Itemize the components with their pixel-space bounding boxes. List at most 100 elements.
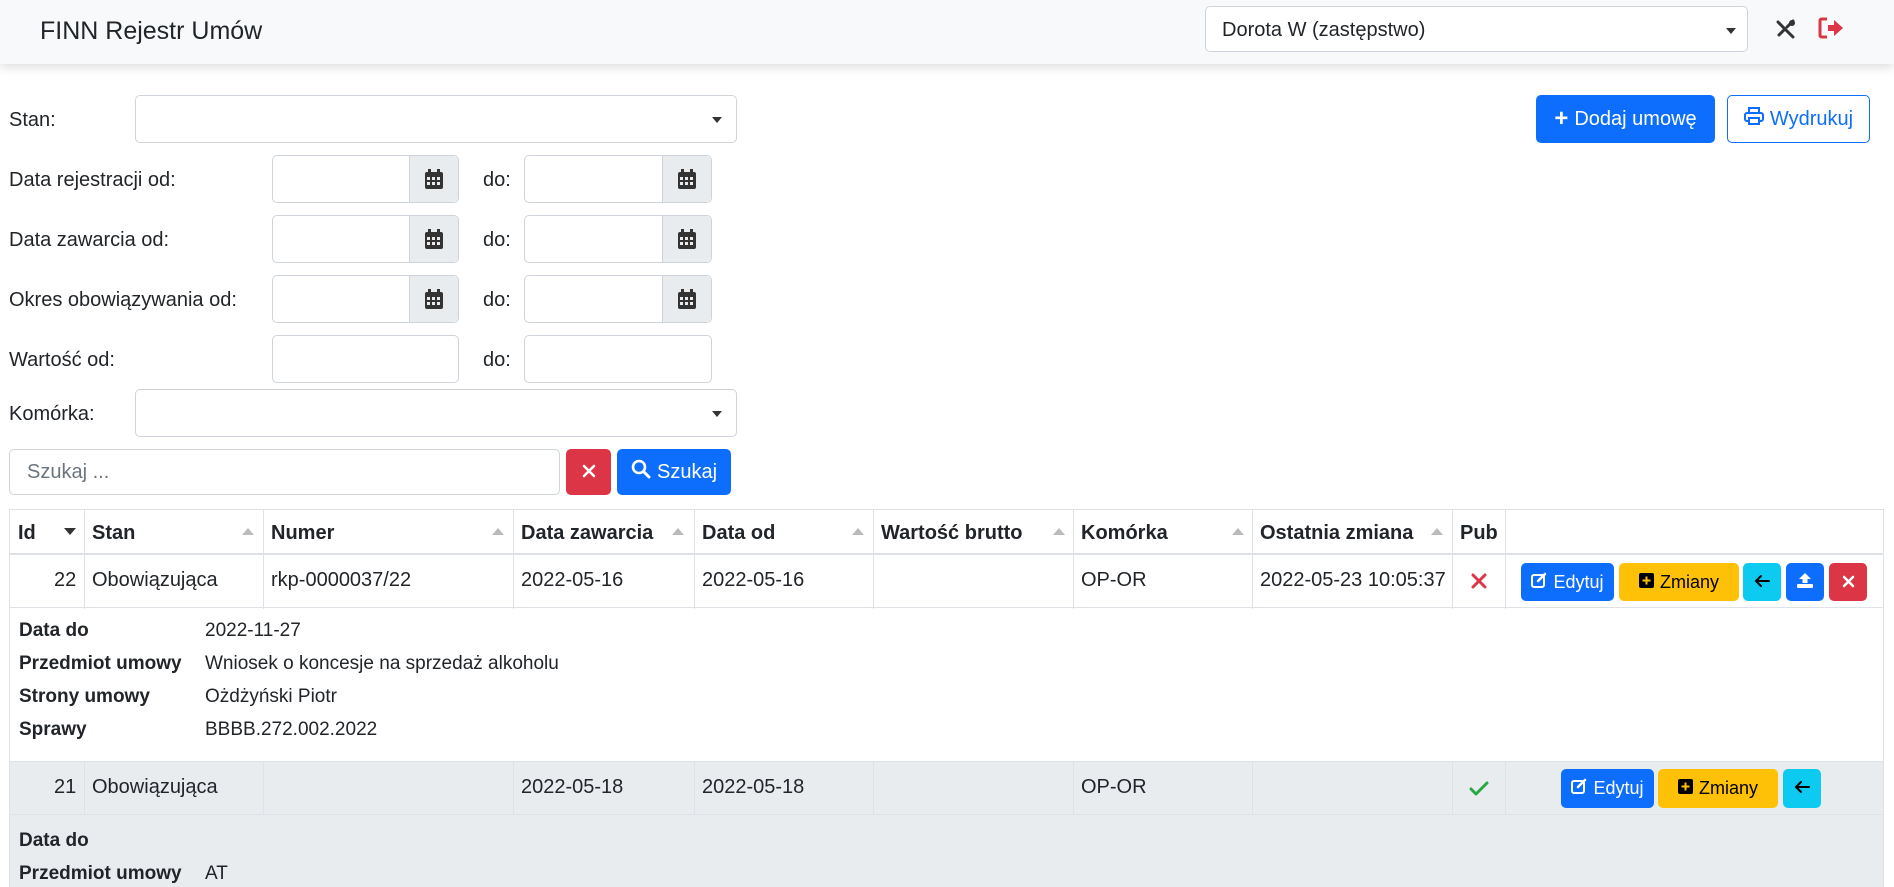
- column-divider: [1252, 510, 1253, 609]
- column-divider: [513, 762, 514, 815]
- calendar-button[interactable]: [662, 276, 711, 322]
- delete-button[interactable]: [1829, 563, 1867, 601]
- wartosc-od-input[interactable]: [272, 335, 459, 383]
- clear-search-button[interactable]: [566, 449, 611, 495]
- column-divider: [694, 762, 695, 815]
- changes-button-label: Zmiany: [1698, 778, 1758, 798]
- cell-id: 22: [54, 569, 77, 591]
- column-header-pub[interactable]: Pub: [1460, 522, 1498, 545]
- table-row[interactable]: 21 Obowiązująca 2022-05-18 2022-05-18 OP…: [10, 762, 1883, 815]
- search-input[interactable]: [25, 450, 549, 494]
- arrow-left-icon: [1754, 572, 1770, 593]
- column-divider: [873, 510, 874, 609]
- cell-komorka: OP-OR: [1081, 569, 1147, 591]
- okres-label: Okres obowiązywania od:: [9, 289, 237, 311]
- cell-data-od: 2022-05-16: [702, 569, 805, 591]
- column-header-numer[interactable]: Numer: [271, 522, 334, 545]
- cell-data-zawarcia: 2022-05-16: [521, 569, 624, 591]
- komorka-select[interactable]: [135, 389, 737, 437]
- plus-square-icon: [1638, 572, 1654, 593]
- calendar-button[interactable]: [409, 216, 458, 262]
- column-divider: [1452, 762, 1453, 815]
- print-label: Wydrukuj: [1769, 107, 1854, 130]
- user-select-value: Dorota W (zastępstwo): [1222, 19, 1426, 41]
- print-button[interactable]: Wydrukuj: [1727, 95, 1870, 143]
- add-contract-label: Dodaj umowę: [1574, 107, 1697, 130]
- table-row[interactable]: 22 Obowiązująca rkp-0000037/22 2022-05-1…: [10, 555, 1883, 608]
- column-divider: [873, 762, 874, 815]
- sort-icon: [672, 528, 684, 535]
- search-field[interactable]: [9, 449, 560, 495]
- top-navbar: FINN Rejestr Umów Dorota W (zastępstwo): [0, 0, 1894, 64]
- column-header-wartosc-brutto[interactable]: Wartość brutto: [881, 522, 1022, 545]
- wartosc-label: Wartość od:: [9, 349, 115, 371]
- user-select[interactable]: Dorota W (zastępstwo): [1205, 6, 1748, 52]
- detail-value: BBBB.272.002.2022: [205, 719, 378, 740]
- cell-stan: Obowiązująca: [92, 776, 218, 798]
- okres-do-field[interactable]: [524, 275, 712, 323]
- upload-icon: [1796, 571, 1814, 594]
- tools-icon[interactable]: [1775, 18, 1797, 46]
- komorka-label: Komórka:: [9, 403, 95, 425]
- arrow-left-button[interactable]: [1783, 769, 1821, 808]
- sort-icon: [242, 528, 254, 535]
- calendar-icon: [678, 289, 696, 309]
- column-header-komorka[interactable]: Komórka: [1081, 522, 1168, 545]
- okres-od-field[interactable]: [272, 275, 459, 323]
- plus-icon: +: [1554, 105, 1569, 132]
- detail-key: Data do: [19, 620, 89, 641]
- column-divider: [1505, 510, 1506, 609]
- close-icon: [1842, 572, 1855, 593]
- search-button-label: Szukaj: [656, 460, 718, 483]
- search-button[interactable]: Szukaj: [617, 449, 731, 495]
- sort-icon: [1431, 528, 1443, 535]
- sort-icon: [1053, 528, 1065, 535]
- data-rejestracji-do-field[interactable]: [524, 155, 712, 203]
- sort-icon: [1232, 528, 1244, 535]
- data-zawarcia-do-field[interactable]: [524, 215, 712, 263]
- stan-select[interactable]: [135, 95, 737, 143]
- column-header-data-zawarcia[interactable]: Data zawarcia: [521, 522, 653, 545]
- publish-button[interactable]: [1786, 563, 1824, 601]
- calendar-button[interactable]: [409, 276, 458, 322]
- add-contract-button[interactable]: + Dodaj umowę: [1536, 95, 1715, 143]
- column-divider: [1073, 762, 1074, 815]
- column-divider: [1252, 762, 1253, 815]
- edit-button[interactable]: Edytuj: [1521, 563, 1614, 601]
- changes-button[interactable]: Zmiany: [1658, 769, 1778, 808]
- column-header-ostatnia-zmiana[interactable]: Ostatnia zmiana: [1260, 522, 1413, 545]
- calendar-button[interactable]: [662, 216, 711, 262]
- column-divider: [1505, 762, 1506, 815]
- plus-square-icon: [1677, 778, 1693, 799]
- sign-out-icon[interactable]: [1818, 16, 1844, 46]
- cell-ostatnia-zmiana: 2022-05-23 10:05:37: [1260, 569, 1446, 591]
- wartosc-do-input[interactable]: [524, 335, 712, 383]
- column-header-stan[interactable]: Stan: [92, 522, 135, 545]
- edit-icon: [1571, 778, 1587, 799]
- data-zawarcia-od-field[interactable]: [272, 215, 459, 263]
- chevron-down-icon: [1726, 28, 1736, 34]
- data-rejestracji-od-field[interactable]: [272, 155, 459, 203]
- changes-button[interactable]: Zmiany: [1619, 563, 1739, 601]
- arrow-left-button[interactable]: [1743, 563, 1781, 601]
- detail-key: Strony umowy: [19, 686, 150, 707]
- stan-label: Stan:: [9, 109, 56, 131]
- app-title[interactable]: FINN Rejestr Umów: [40, 17, 262, 46]
- calendar-button[interactable]: [662, 156, 711, 202]
- detail-key: Data do: [19, 830, 89, 851]
- calendar-icon: [425, 229, 443, 249]
- column-header-id[interactable]: Id: [18, 522, 36, 545]
- do-label: do:: [483, 169, 511, 191]
- calendar-button[interactable]: [409, 156, 458, 202]
- column-header-data-od[interactable]: Data od: [702, 522, 775, 545]
- detail-value: AT: [205, 863, 228, 884]
- cell-data-od: 2022-05-18: [702, 776, 805, 798]
- chevron-down-icon: [712, 411, 722, 417]
- edit-button[interactable]: Edytuj: [1561, 769, 1654, 808]
- sort-desc-icon: [64, 528, 76, 535]
- close-icon: [582, 461, 596, 484]
- row-details: Data do 2022-11-27 Przedmiot umowy Wnios…: [10, 609, 1883, 762]
- calendar-icon: [425, 169, 443, 189]
- calendar-icon: [425, 289, 443, 309]
- cell-stan: Obowiązująca: [92, 569, 218, 591]
